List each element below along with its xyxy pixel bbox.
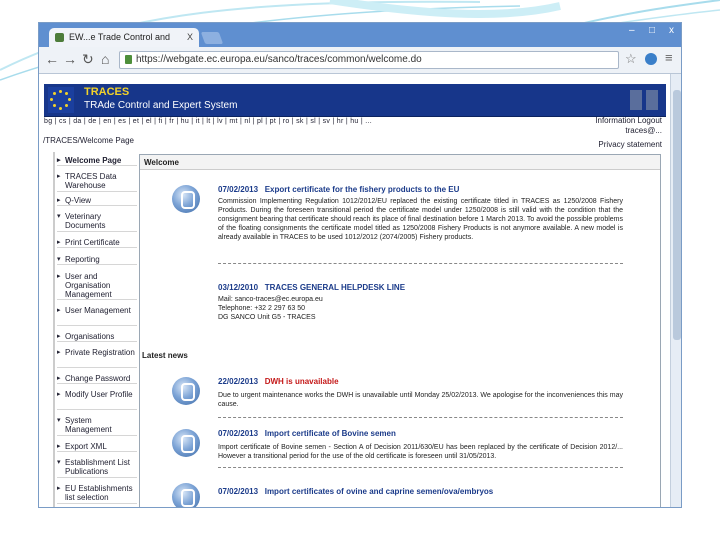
banner-subtitle: TRAde Control and Expert System: [84, 100, 238, 111]
news-icon: [172, 377, 200, 405]
sidebar-item-user-org-management[interactable]: User and Organisation Management: [57, 272, 137, 300]
sidebar-item-organisations[interactable]: Organisations: [57, 332, 137, 342]
bookmark-star-icon[interactable]: ☆: [625, 52, 637, 66]
banner-decor-icon: [630, 90, 642, 110]
news-icon: [172, 429, 200, 457]
sidebar-item-private-registration[interactable]: Private Registration: [57, 348, 137, 368]
scrollbar-thumb[interactable]: [673, 90, 681, 340]
helpdesk-contact: Mail: sanco-traces@ec.europa.eu Telephon…: [218, 296, 323, 321]
maximize-button[interactable]: □: [649, 25, 655, 36]
close-window-button[interactable]: x: [669, 25, 674, 36]
news-title[interactable]: 07/02/2013 Import certificate of Bovine …: [218, 429, 396, 438]
separator: [218, 467, 623, 468]
sidebar-item-modify-profile[interactable]: Modify User Profile: [57, 390, 137, 410]
home-icon[interactable]: ⌂: [101, 51, 109, 67]
welcome-header: [140, 155, 660, 170]
breadcrumb: /TRACES/Welcome Page: [43, 136, 134, 145]
banner-title: TRACES: [84, 86, 130, 98]
sidebar-item-veterinary-documents[interactable]: Veterinary Documents: [57, 212, 137, 232]
address-bar[interactable]: https://webgate.ec.europa.eu/sanco/trace…: [119, 51, 619, 69]
sidebar-item-print-certificate[interactable]: Print Certificate: [57, 238, 137, 248]
sidebar-item-eu-establishments[interactable]: EU Establishments list selection: [57, 484, 137, 504]
sidebar-item-qview[interactable]: Q-View: [57, 196, 137, 206]
sidebar-item-export-xml[interactable]: Export XML: [57, 442, 137, 452]
tab-close-icon[interactable]: X: [187, 28, 193, 47]
favicon-icon: [55, 33, 64, 42]
reload-icon[interactable]: ↻: [82, 51, 94, 67]
new-tab-button[interactable]: [200, 32, 224, 44]
welcome-heading: Welcome: [144, 158, 179, 167]
extension-icon[interactable]: [645, 53, 657, 65]
separator: [218, 263, 623, 264]
logout-link[interactable]: Logout: [638, 116, 662, 125]
header-links: Information Logout traces@...: [595, 116, 662, 136]
news-icon: [172, 185, 200, 213]
forward-icon[interactable]: →: [63, 51, 77, 67]
tab-strip: EW...e Trade Control and X – □ x: [39, 23, 681, 47]
news-title[interactable]: 07/02/2013 Export certificate for the fi…: [218, 185, 459, 194]
eu-flag-icon: [48, 87, 74, 113]
news-title: 03/12/2010 TRACES GENERAL HELPDESK LINE: [218, 283, 406, 292]
sidebar-menu: Welcome Page TRACES Data Warehouse Q-Vie…: [53, 152, 141, 507]
news-body: Import certificate of Bovine semen - Sec…: [218, 444, 623, 460]
main-content: Welcome 07/02/2013 Export certificate fo…: [139, 154, 661, 507]
banner-decor-icon: [646, 90, 658, 110]
sidebar-item-reporting[interactable]: Reporting: [57, 255, 137, 265]
vertical-scrollbar[interactable]: [670, 74, 681, 507]
privacy-link[interactable]: Privacy statement: [598, 140, 662, 149]
browser-tab[interactable]: EW...e Trade Control and X: [49, 28, 199, 47]
user-email: traces@...: [625, 126, 662, 135]
news-title[interactable]: 22/02/2013 DWH is unavailable: [218, 377, 339, 386]
browser-window: EW...e Trade Control and X – □ x ← → ↻ ⌂…: [38, 22, 682, 508]
traces-banner: TRACES TRAde Control and Expert System: [44, 84, 666, 117]
sidebar-item-change-password[interactable]: Change Password: [57, 374, 137, 384]
sidebar-item-user-management[interactable]: User Management: [57, 306, 137, 326]
news-body: Due to urgent maintenance works the DWH …: [218, 392, 623, 408]
page-viewport: TRACES TRAde Control and Expert System b…: [39, 74, 670, 507]
lock-icon: [125, 55, 132, 64]
news-icon: [172, 483, 200, 507]
url-text: https://webgate.ec.europa.eu/sanco/trace…: [136, 54, 422, 65]
sidebar-item-establishment-list[interactable]: Establishment List Publications: [57, 458, 137, 478]
sidebar-item-data-warehouse[interactable]: TRACES Data Warehouse: [57, 172, 137, 192]
menu-wrench-icon[interactable]: ≡: [665, 50, 673, 66]
tab-title: EW...e Trade Control and: [69, 32, 171, 42]
latest-news-heading: Latest news: [142, 351, 188, 360]
news-body: Commission Implementing Regulation 1012/…: [218, 198, 623, 241]
browser-toolbar: ← → ↻ ⌂ https://webgate.ec.europa.eu/san…: [39, 47, 681, 74]
sidebar-item-welcome[interactable]: Welcome Page: [57, 156, 137, 166]
news-title[interactable]: 07/02/2013 Import certificates of ovine …: [218, 487, 493, 496]
language-bar[interactable]: bg | cs | da | de | en | es | et | el | …: [44, 116, 666, 128]
information-link[interactable]: Information: [595, 116, 635, 125]
sidebar-item-system-management[interactable]: System Management: [57, 416, 137, 436]
minimize-button[interactable]: –: [629, 25, 635, 36]
separator: [218, 417, 623, 418]
back-icon[interactable]: ←: [45, 51, 59, 67]
